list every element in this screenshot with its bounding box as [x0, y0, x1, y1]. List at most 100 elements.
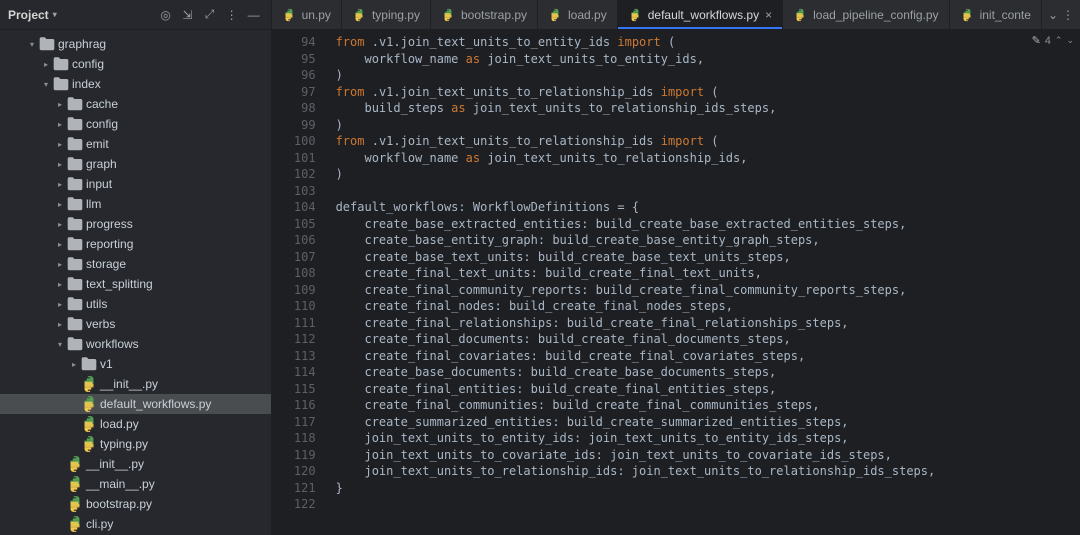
collapse-icon[interactable]: ⇲ — [179, 6, 197, 24]
folder-item[interactable]: ▸text_splitting — [0, 274, 271, 294]
chevron-down-icon[interactable]: ⌄ — [1066, 35, 1074, 46]
file-item[interactable]: ▸__init__.py — [0, 454, 271, 474]
inspection-widget[interactable]: ✎ 4 ⌃ ⌄ — [1032, 34, 1074, 47]
folder-icon — [66, 95, 84, 113]
hide-icon[interactable]: — — [245, 6, 263, 24]
chevron-right-icon[interactable]: ▸ — [54, 220, 66, 229]
editor-tab[interactable]: default_workflows.py× — [618, 0, 783, 29]
editor-tab[interactable]: typing.py — [342, 0, 431, 29]
tree-item-label: v1 — [100, 357, 113, 371]
chevron-right-icon[interactable]: ▸ — [54, 180, 66, 189]
more-icon[interactable]: ⋮ — [223, 6, 241, 24]
chevron-up-icon[interactable]: ⌃ — [1055, 35, 1063, 46]
project-label: Project — [8, 8, 49, 22]
chevron-right-icon[interactable]: ▸ — [54, 260, 66, 269]
folder-item[interactable]: ▸ cache — [0, 94, 271, 114]
file-item[interactable]: ▸load.py — [0, 414, 271, 434]
python-icon — [352, 8, 366, 22]
tab-label: load_pipeline_config.py — [813, 8, 938, 22]
file-item[interactable]: ▸bootstrap.py — [0, 494, 271, 514]
file-item[interactable]: ▸__main__.py — [0, 474, 271, 494]
chevron-right-icon[interactable]: ▸ — [54, 120, 66, 129]
folder-item[interactable]: ▾ index — [0, 74, 271, 94]
project-sidebar: Project ▾ ◎ ⇲ ⤢ ⋮ — ▾graphrag ▸ config ▾ ind… — [0, 0, 272, 535]
folder-item[interactable]: ▸ config — [0, 114, 271, 134]
close-icon[interactable]: × — [765, 8, 772, 22]
chevron-down-icon[interactable]: ▾ — [40, 80, 52, 89]
chevron-right-icon[interactable]: ▸ — [54, 280, 66, 289]
tree-item-label: typing.py — [100, 437, 148, 451]
chevron-right-icon[interactable]: ▸ — [54, 320, 66, 329]
folder-icon — [66, 255, 84, 273]
folder-item[interactable]: ▸llm — [0, 194, 271, 214]
tabs-overflow-icon[interactable]: ⌄ — [1048, 8, 1058, 22]
python-icon — [66, 515, 84, 533]
more-icon[interactable]: ⋮ — [1062, 8, 1074, 22]
tree-item-label: cache — [86, 97, 118, 111]
tree-item-label: bootstrap.py — [86, 497, 152, 511]
tree-item-label: __main__.py — [86, 477, 155, 491]
folder-icon — [52, 75, 70, 93]
folder-item[interactable]: ▸emit — [0, 134, 271, 154]
folder-icon — [66, 235, 84, 253]
chevron-right-icon[interactable]: ▸ — [54, 300, 66, 309]
editor-tabs: un.py typing.py bootstrap.pyload.pydefault… — [272, 0, 1080, 30]
folder-item[interactable]: ▾workflows — [0, 334, 271, 354]
project-dropdown[interactable]: Project ▾ — [8, 8, 57, 22]
chevron-right-icon[interactable]: ▸ — [54, 100, 66, 109]
tree-item-label: graph — [86, 157, 117, 171]
python-icon — [960, 8, 974, 22]
tree-item-label: storage — [86, 257, 126, 271]
folder-item[interactable]: ▸ graph — [0, 154, 271, 174]
chevron-right-icon[interactable]: ▸ — [68, 360, 80, 369]
editor-tab[interactable]: bootstrap.py — [431, 0, 538, 29]
editor-tab[interactable]: un.py — [272, 0, 342, 29]
editor-tab[interactable]: init_conte — [950, 0, 1042, 29]
folder-item[interactable]: ▸ v1 — [0, 354, 271, 374]
file-item[interactable]: ▸__init__.py — [0, 374, 271, 394]
folder-item[interactable]: ▸utils — [0, 294, 271, 314]
chevron-right-icon[interactable]: ▸ — [54, 140, 66, 149]
file-item[interactable]: ▸typing.py — [0, 434, 271, 454]
chevron-right-icon[interactable]: ▸ — [54, 200, 66, 209]
folder-item[interactable]: ▸config — [0, 54, 271, 74]
line-gutter: 94 95 96 97 98 99 100 101 102 103 104 10… — [272, 30, 324, 535]
chevron-down-icon[interactable]: ▾ — [54, 340, 66, 349]
folder-icon — [66, 295, 84, 313]
file-item[interactable]: ▸cli.py — [0, 514, 271, 534]
editor-tab[interactable]: load_pipeline_config.py — [783, 0, 949, 29]
python-icon — [66, 495, 84, 513]
folder-item[interactable]: ▸ verbs — [0, 314, 271, 334]
chevron-right-icon[interactable]: ▸ — [40, 60, 52, 69]
tree-item-label: reporting — [86, 237, 133, 251]
code-view[interactable]: from .v1.join_text_units_to_entity_ids i… — [324, 30, 1080, 535]
tree-item-label: progress — [86, 217, 133, 231]
chevron-right-icon[interactable]: ▸ — [54, 160, 66, 169]
inspection-count: 4 — [1045, 35, 1051, 47]
python-icon — [441, 8, 455, 22]
tree-item-label: __init__.py — [86, 457, 144, 471]
file-item[interactable]: ▸default_workflows.py — [0, 394, 271, 414]
folder-icon — [80, 355, 98, 373]
file-tree[interactable]: ▾graphrag▸config▾index▸cache▸config▸emit… — [0, 30, 271, 535]
folder-item[interactable]: ▸ progress — [0, 214, 271, 234]
tree-item-label: load.py — [100, 417, 139, 431]
editor-area: un.py typing.py bootstrap.pyload.pydefault… — [272, 0, 1080, 535]
tree-item-label: config — [86, 117, 118, 131]
tree-item-label: index — [72, 77, 101, 91]
python-icon — [628, 8, 642, 22]
tab-label: typing.py — [372, 8, 420, 22]
tree-item-label: verbs — [86, 317, 115, 331]
folder-item[interactable]: ▸input — [0, 174, 271, 194]
folder-item[interactable]: ▾graphrag — [0, 34, 271, 54]
folder-icon — [66, 315, 84, 333]
chevron-right-icon[interactable]: ▸ — [54, 240, 66, 249]
locate-icon[interactable]: ◎ — [157, 6, 175, 24]
chevron-down-icon[interactable]: ▾ — [26, 40, 38, 49]
folder-item[interactable]: ▸ storage — [0, 254, 271, 274]
expand-icon[interactable]: ⤢ — [201, 6, 219, 24]
folder-item[interactable]: ▸ reporting — [0, 234, 271, 254]
tree-item-label: __init__.py — [100, 377, 158, 391]
tab-label: un.py — [302, 8, 331, 22]
editor-tab[interactable]: load.py — [538, 0, 618, 29]
